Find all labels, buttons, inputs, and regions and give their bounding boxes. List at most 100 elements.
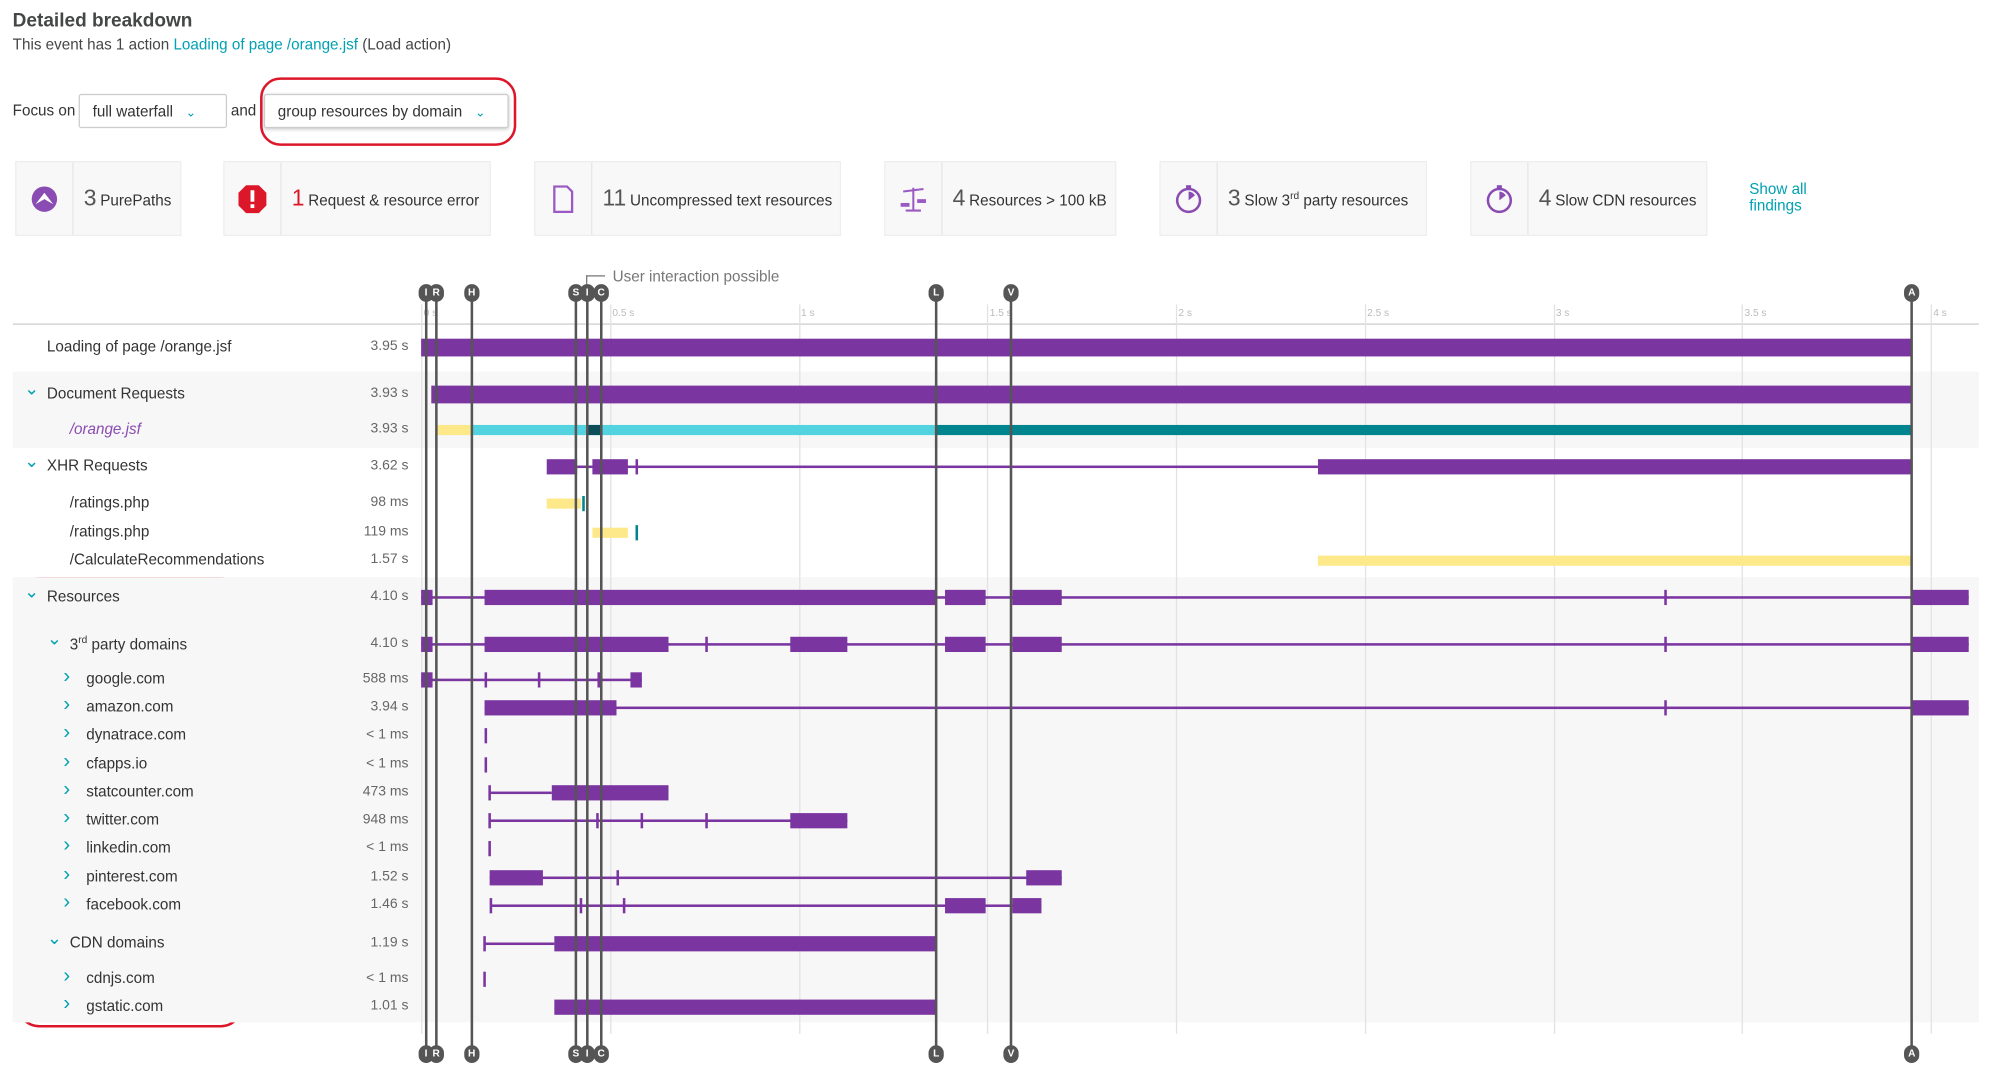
waterfall-tick[interactable] xyxy=(705,813,708,829)
waterfall-bar[interactable] xyxy=(790,636,848,653)
row-label[interactable]: twitter.com xyxy=(86,811,159,829)
waterfall-bar[interactable] xyxy=(1911,636,1969,653)
waterfall-bar[interactable] xyxy=(484,700,617,716)
waterfall-bar[interactable] xyxy=(944,589,986,606)
focus-dropdown[interactable]: full waterfall ⌄ xyxy=(78,93,228,129)
waterfall-bar[interactable] xyxy=(551,785,669,801)
row-label[interactable]: Resources xyxy=(47,587,120,605)
waterfall-span-line[interactable] xyxy=(489,791,552,795)
chevron-right-icon[interactable]: › xyxy=(63,993,70,1016)
row-label[interactable]: amazon.com xyxy=(86,698,173,716)
timing-marker-a[interactable]: A xyxy=(1904,1045,1920,1064)
waterfall-tick[interactable] xyxy=(1664,636,1667,653)
row-label[interactable]: dynatrace.com xyxy=(86,726,186,744)
waterfall-bar[interactable] xyxy=(944,898,986,914)
finding-card-error[interactable]: 1 Request & resource error xyxy=(223,161,491,236)
waterfall-tick[interactable] xyxy=(1664,589,1667,606)
waterfall-tick[interactable] xyxy=(489,898,493,914)
waterfall-tick[interactable] xyxy=(582,495,585,512)
waterfall-tick[interactable] xyxy=(596,813,599,829)
timing-marker-v[interactable]: V xyxy=(1003,284,1019,302)
row-label[interactable]: XHR Requests xyxy=(47,457,148,475)
chevron-right-icon[interactable]: › xyxy=(63,892,70,915)
action-link[interactable]: Loading of page /orange.jsf xyxy=(173,36,358,54)
waterfall-bar[interactable] xyxy=(421,338,1912,357)
timing-marker-l[interactable]: L xyxy=(928,284,944,302)
row-label[interactable]: cdnjs.com xyxy=(86,969,155,987)
waterfall-tick[interactable] xyxy=(487,813,491,829)
waterfall-tick[interactable] xyxy=(616,870,620,886)
timing-marker-i[interactable]: I xyxy=(579,284,595,302)
timing-marker-v[interactable]: V xyxy=(1003,1045,1019,1064)
waterfall-bar[interactable] xyxy=(489,870,544,886)
chevron-down-icon[interactable]: ⌄ xyxy=(47,927,62,949)
waterfall-bar[interactable] xyxy=(1026,870,1062,886)
row-label[interactable]: statcounter.com xyxy=(86,783,193,801)
waterfall-bar[interactable] xyxy=(944,636,986,653)
timing-marker-r[interactable]: R xyxy=(428,284,444,302)
row-label[interactable]: pinterest.com xyxy=(86,868,177,886)
waterfall-tick[interactable] xyxy=(1664,700,1667,716)
waterfall-tick[interactable] xyxy=(483,971,486,987)
waterfall-tick[interactable] xyxy=(484,672,487,688)
row-label[interactable]: /orange.jsf xyxy=(70,420,141,438)
waterfall-bar[interactable] xyxy=(592,459,628,475)
chevron-right-icon[interactable]: › xyxy=(63,864,70,887)
waterfall-bar[interactable] xyxy=(1012,589,1062,606)
chevron-right-icon[interactable]: › xyxy=(63,835,70,858)
show-all-findings-link[interactable]: Show all findings xyxy=(1749,181,1825,214)
waterfall-tick[interactable] xyxy=(705,636,708,653)
finding-card-purepath[interactable]: 3 PurePaths xyxy=(15,161,182,236)
timing-marker-l[interactable]: L xyxy=(928,1045,944,1064)
waterfall-bar[interactable] xyxy=(546,459,577,475)
finding-card-stopwatch[interactable]: 4 Slow CDN resources xyxy=(1470,161,1708,236)
chevron-right-icon[interactable]: › xyxy=(63,751,70,774)
timing-marker-a[interactable]: A xyxy=(1904,284,1920,302)
waterfall-bar[interactable] xyxy=(554,999,937,1015)
chevron-right-icon[interactable]: › xyxy=(63,965,70,988)
waterfall-bar[interactable] xyxy=(790,813,848,829)
timing-marker-i[interactable]: I xyxy=(579,1045,595,1064)
row-label[interactable]: 3rd party domains xyxy=(70,634,187,653)
timing-segment[interactable] xyxy=(436,424,472,436)
waterfall-bar[interactable] xyxy=(431,385,1912,404)
chevron-right-icon[interactable]: › xyxy=(63,807,70,830)
chevron-right-icon[interactable]: › xyxy=(63,666,70,689)
chevron-down-icon[interactable]: ⌄ xyxy=(24,581,39,603)
chevron-down-icon[interactable]: ⌄ xyxy=(47,628,62,650)
waterfall-bar[interactable] xyxy=(1317,459,1912,475)
waterfall-bar[interactable] xyxy=(1012,898,1042,914)
chevron-right-icon[interactable]: › xyxy=(63,779,70,802)
row-label[interactable]: Document Requests xyxy=(47,384,185,402)
timing-marker-h[interactable]: H xyxy=(464,1045,480,1064)
timing-segment[interactable] xyxy=(936,424,1912,436)
waterfall-bar[interactable] xyxy=(1911,589,1969,606)
row-label[interactable]: linkedin.com xyxy=(86,838,171,856)
chevron-right-icon[interactable]: › xyxy=(63,722,70,745)
waterfall-tick[interactable] xyxy=(635,459,638,475)
waterfall-bar[interactable] xyxy=(554,936,937,952)
waterfall-tick[interactable] xyxy=(484,728,487,744)
chevron-down-icon[interactable]: ⌄ xyxy=(24,450,39,472)
chevron-down-icon[interactable]: ⌄ xyxy=(24,378,39,400)
timing-marker-c[interactable]: C xyxy=(593,284,609,302)
waterfall-span-line[interactable] xyxy=(484,942,555,946)
waterfall-tick[interactable] xyxy=(622,898,626,914)
chevron-right-icon[interactable]: › xyxy=(63,694,70,717)
waterfall-span-line[interactable] xyxy=(421,678,642,682)
waterfall-tick[interactable] xyxy=(537,672,541,688)
timing-marker-h[interactable]: H xyxy=(464,284,480,302)
waterfall-tick[interactable] xyxy=(487,785,491,801)
waterfall-bar[interactable] xyxy=(484,589,937,606)
waterfall-tick[interactable] xyxy=(635,525,638,541)
row-label[interactable]: google.com xyxy=(86,670,165,688)
waterfall-span-line[interactable] xyxy=(576,465,1318,469)
timing-segment[interactable] xyxy=(1317,555,1912,566)
row-label[interactable]: cfapps.io xyxy=(86,755,147,773)
timing-marker-r[interactable]: R xyxy=(428,1045,444,1064)
waterfall-tick[interactable] xyxy=(640,813,644,829)
waterfall-span-line[interactable] xyxy=(484,706,1969,710)
waterfall-bar[interactable] xyxy=(630,672,642,688)
row-label[interactable]: gstatic.com xyxy=(86,997,163,1015)
finding-card-stopwatch[interactable]: 3 Slow 3rd party resources xyxy=(1159,161,1428,236)
